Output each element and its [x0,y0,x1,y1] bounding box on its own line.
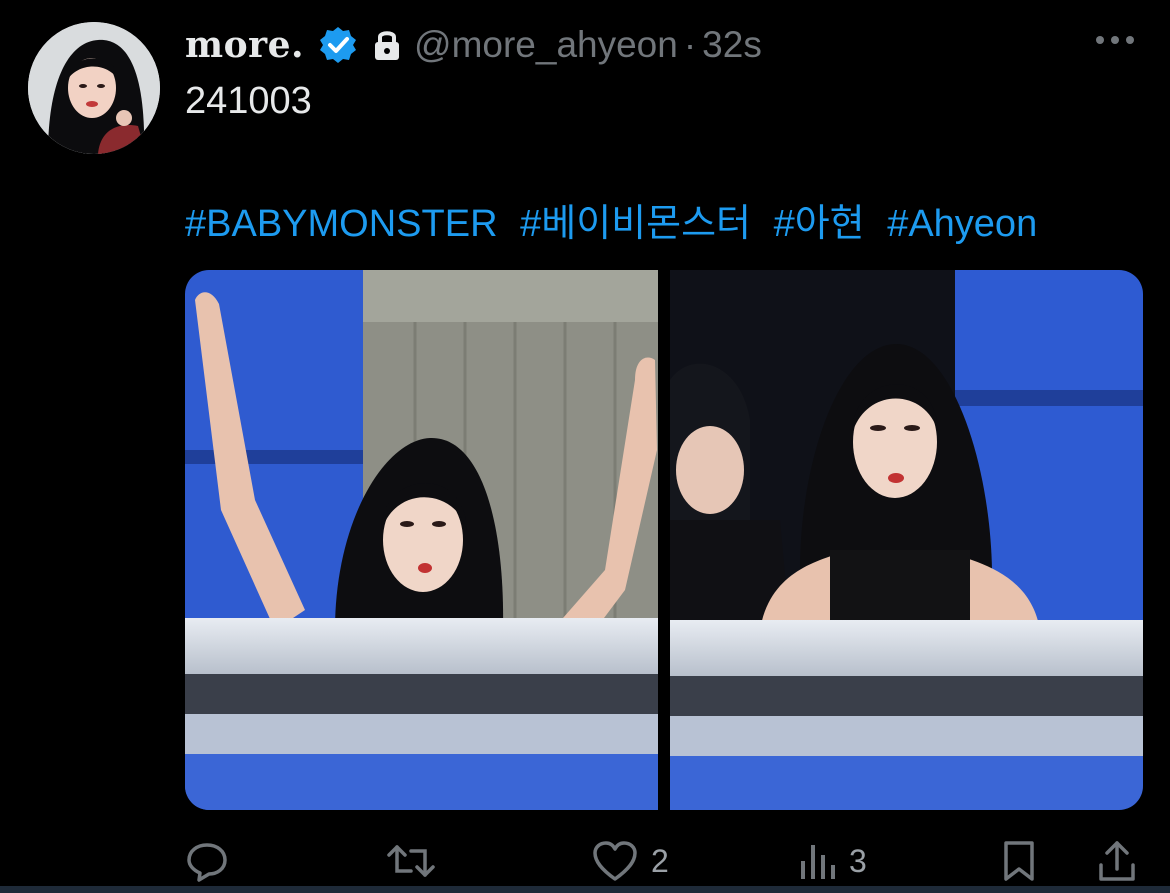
like-button[interactable]: 2 [591,836,669,886]
views-button[interactable]: 3 [797,836,867,886]
views-chart-icon [797,839,837,883]
hashtag-link[interactable]: #BABYMONSTER [185,203,498,245]
retweet-icon [385,839,437,883]
lock-icon [372,27,402,63]
hashtag-link[interactable]: #베이비몬스터 [520,203,751,245]
media-photo-2[interactable] [670,270,1143,810]
like-count: 2 [651,842,669,879]
separator-dot: · [683,24,697,65]
media-grid [185,270,1143,810]
hashtag-link[interactable]: #Ahyeon [887,203,1037,245]
views-count: 3 [849,842,867,879]
tweet-action-bar: 2 3 [185,836,1145,886]
bookmark-icon [1001,839,1037,883]
bookmark-button[interactable] [1001,836,1037,886]
avatar[interactable] [28,22,160,154]
share-button[interactable] [1097,836,1137,886]
bottom-divider [0,886,1170,893]
timestamp[interactable]: 32s [702,24,762,66]
hashtag-link[interactable]: #아현 [774,203,865,245]
tweet-header: more. @more_ahyeon · 32s [185,20,762,70]
display-name[interactable]: more. [185,24,304,66]
more-horizontal-icon[interactable] [1092,30,1138,50]
share-icon [1097,839,1137,883]
avatar-image [28,22,160,154]
user-handle[interactable]: @more_ahyeon [414,24,678,66]
reply-icon [185,839,229,883]
verified-badge-icon [318,25,358,65]
hashtag-line: #BABYMONSTER #베이비몬스터 #아현 #Ahyeon [185,192,1037,247]
reply-button[interactable] [185,836,241,886]
tweet-text: 241003 [185,80,312,122]
media-photo-1[interactable] [185,270,658,810]
retweet-button[interactable] [385,836,449,886]
heart-icon [591,839,639,883]
